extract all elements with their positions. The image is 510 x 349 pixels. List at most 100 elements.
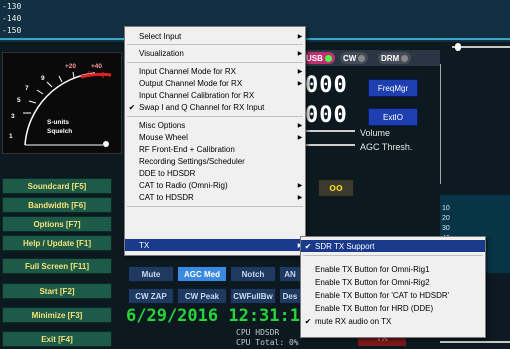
options-menu: Select Input ▶ Visualization ▶ Input Chann… — [124, 26, 306, 256]
lo-frequency[interactable]: 000 — [305, 73, 348, 98]
menu-item-label: Recording Settings/Scheduler — [139, 156, 245, 166]
tune-frequency[interactable]: 000 — [305, 103, 348, 128]
menu-item-select-input[interactable]: Select Input ▶ — [125, 30, 305, 42]
extio-button[interactable]: ExtIO — [368, 108, 418, 126]
squelch-lock-button[interactable]: oo — [318, 179, 354, 197]
bottom-slider[interactable] — [440, 341, 510, 343]
submenu-item-omni-rig2[interactable]: Enable TX Button for Omni-Rig2 — [301, 276, 485, 288]
notch-button[interactable]: Notch — [230, 266, 276, 282]
submenu-item-label: mute RX audio on TX — [315, 316, 392, 326]
menu-item-cat-to-hdsdr[interactable]: CAT to HDSDR ▶ — [125, 191, 305, 203]
waterfall-label: 10 — [442, 205, 450, 212]
menu-item-misc-options[interactable]: Misc Options ▶ — [125, 119, 305, 131]
submenu-arrow-icon: ▶ — [297, 182, 303, 189]
scale-label: +20 — [65, 63, 77, 70]
s-meter: 1 3 5 7 9 +20 +40 S-units Squelch — [2, 52, 122, 154]
squelch-handle[interactable] — [103, 141, 109, 147]
menu-item-label: CAT to HDSDR — [139, 192, 194, 202]
menu-item-recording-settings[interactable]: Recording Settings/Scheduler — [125, 155, 305, 167]
menu-item-label: TX — [139, 240, 150, 250]
menu-item-input-channel-calibration[interactable]: Input Channel Calibration for RX — [125, 89, 305, 101]
menu-item-label: CAT to Radio (Omni-Rig) — [139, 180, 228, 190]
bandwidth-button[interactable]: Bandwidth [F6] — [2, 197, 112, 213]
volume-slider[interactable] — [305, 130, 355, 132]
agc-med-button[interactable]: AGC Med — [177, 266, 227, 282]
submenu-item-sdr-tx-support[interactable]: ✔ SDR TX Support — [301, 240, 485, 252]
soundcard-button[interactable]: Soundcard [F5] — [2, 178, 112, 194]
des-button[interactable]: Des — [279, 288, 301, 304]
waterfall-label: 20 — [442, 215, 450, 222]
scale-label: +40 — [91, 63, 103, 70]
menu-item-rf-front-end[interactable]: RF Front-End + Calibration — [125, 143, 305, 155]
mode-drm-label: DRM — [381, 53, 400, 63]
submenu-item-label: SDR TX Support — [315, 241, 375, 251]
submenu-item-label: Enable TX Button for Omni-Rig1 — [315, 264, 430, 274]
mode-drm[interactable]: DRM — [378, 52, 412, 64]
cw-fullbw-button[interactable]: CWFullBw — [230, 288, 276, 304]
scale-label: 5 — [17, 97, 21, 104]
options-button[interactable]: Options [F7] — [2, 216, 112, 232]
menu-item-label: Output Channel Mode for RX — [139, 78, 243, 88]
submenu-item-mute-rx-on-tx[interactable]: ✔ mute RX audio on TX — [301, 315, 485, 327]
cw-peak-button[interactable]: CW Peak — [177, 288, 227, 304]
menu-item-dde-to-hdsdr[interactable]: DDE to HDSDR — [125, 167, 305, 179]
cpu-total: CPU Total: 0% — [236, 338, 299, 347]
led-icon — [401, 54, 409, 62]
spectrum-divider — [440, 64, 441, 184]
menu-item-label: Misc Options — [139, 120, 186, 130]
menu-item-input-channel-mode[interactable]: Input Channel Mode for RX ▶ — [125, 65, 305, 77]
db-label: -130 — [2, 2, 22, 11]
submenu-arrow-icon: ▶ — [297, 68, 303, 75]
submenu-item-omni-rig1[interactable]: Enable TX Button for Omni-Rig1 — [301, 263, 485, 275]
menu-item-swap-iq[interactable]: ✔ Swap I and Q Channel for RX Input — [125, 101, 305, 113]
freqmgr-button[interactable]: FreqMgr — [368, 79, 418, 97]
check-icon: ✔ — [304, 316, 312, 326]
submenu-item-label: Enable TX Button for Omni-Rig2 — [315, 277, 430, 287]
help-update-button[interactable]: Help / Update [F1] — [2, 235, 112, 251]
menu-item-label: Input Channel Mode for RX — [139, 66, 236, 76]
db-label: -150 — [2, 26, 22, 35]
submenu-item-cat-to-hdsdr[interactable]: Enable TX Button for 'CAT to HDSDR' — [301, 289, 485, 301]
db-label: -140 — [2, 14, 22, 23]
menu-item-label: RF Front-End + Calibration — [139, 144, 235, 154]
menu-item-label: Visualization — [139, 48, 184, 58]
submenu-arrow-icon: ▶ — [297, 194, 303, 201]
submenu-arrow-icon: ▶ — [297, 33, 303, 40]
scale-label: 7 — [25, 85, 29, 92]
cw-zap-button[interactable]: CW ZAP — [128, 288, 174, 304]
check-icon: ✔ — [304, 241, 312, 251]
menu-separator — [127, 116, 303, 117]
menu-separator — [303, 255, 483, 256]
submenu-item-label: Enable TX Button for 'CAT to HDSDR' — [315, 290, 450, 300]
mute-button[interactable]: Mute — [128, 266, 174, 282]
menu-item-visualization[interactable]: Visualization ▶ — [125, 47, 305, 59]
menu-item-label: DDE to HDSDR — [139, 168, 196, 178]
submenu-item-label: Enable TX Button for HRD (DDE) — [315, 303, 434, 313]
slider-handle[interactable] — [455, 43, 461, 51]
start-button[interactable]: Start [F2] — [2, 283, 112, 299]
tx-submenu: ✔ SDR TX Support Enable TX Button for Omn… — [300, 236, 486, 338]
mode-cw[interactable]: CW — [340, 52, 369, 64]
minimize-button[interactable]: Minimize [F3] — [2, 307, 112, 323]
menu-item-output-channel-mode[interactable]: Output Channel Mode for RX ▶ — [125, 77, 305, 89]
submenu-arrow-icon: ▶ — [297, 80, 303, 87]
exit-button[interactable]: Exit [F4] — [2, 331, 112, 347]
menu-item-mouse-wheel[interactable]: Mouse Wheel ▶ — [125, 131, 305, 143]
led-icon — [324, 54, 332, 62]
submenu-arrow-icon: ▶ — [297, 122, 303, 129]
squelch-label: Squelch — [47, 128, 73, 135]
menu-item-tx[interactable]: TX▶ — [125, 239, 305, 251]
full-screen-button[interactable]: Full Screen [F11] — [2, 258, 112, 274]
mode-usb[interactable]: USB — [303, 52, 335, 64]
agc-threshold-label: AGC Thresh. — [360, 142, 413, 152]
agc-slider[interactable] — [305, 144, 355, 146]
submenu-item-hrd-dde[interactable]: Enable TX Button for HRD (DDE) — [301, 302, 485, 314]
menu-separator — [127, 62, 303, 63]
menu-item-cat-to-radio[interactable]: CAT to Radio (Omni-Rig) ▶ — [125, 179, 305, 191]
an-button[interactable]: AN — [279, 266, 301, 282]
menu-separator — [127, 44, 303, 45]
cpu-hdsdr: CPU HDSDR — [236, 328, 280, 337]
menu-item-label: Mouse Wheel — [139, 132, 188, 142]
menu-item-label: Select Input — [139, 31, 182, 41]
check-icon: ✔ — [128, 102, 136, 112]
